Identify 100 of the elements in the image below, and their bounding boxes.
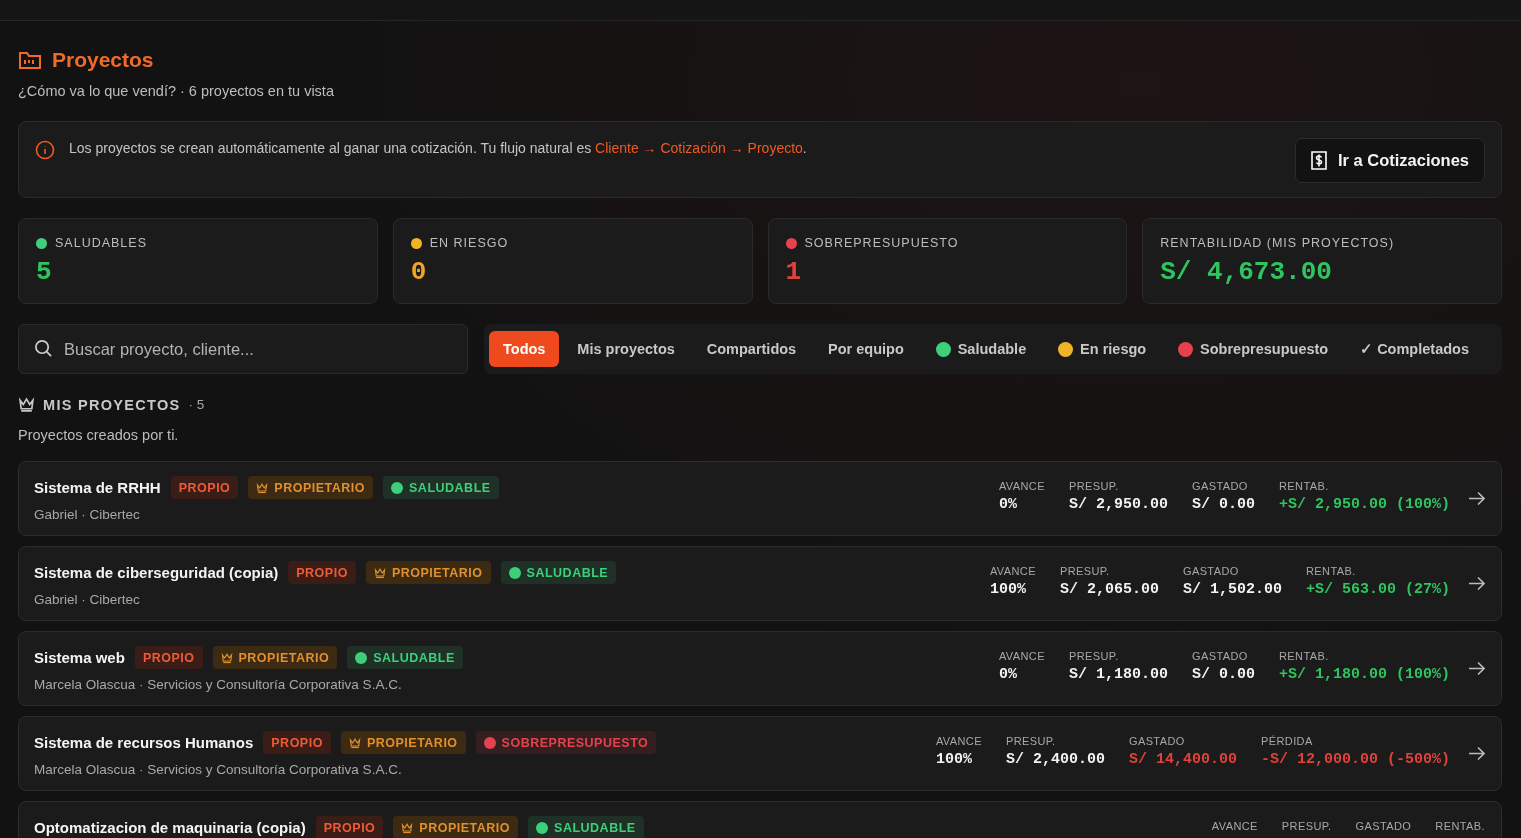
filter-tab[interactable]: Todos	[489, 331, 560, 367]
metric-value: +S/ 1,180.00 (100%)	[1278, 666, 1450, 683]
stat-value: S/ 4,673.00	[1160, 257, 1333, 287]
metric-label: AVANCE	[935, 735, 982, 747]
metric-label: AVANCE	[998, 650, 1045, 662]
metric-value: 100%	[935, 751, 973, 768]
tag: SALUDABLE	[528, 816, 644, 838]
project-meta: Gabriel · Cibertec	[34, 592, 141, 607]
metric-label: GASTADO	[1182, 565, 1240, 577]
metric-label: PÉRDIDA	[1260, 735, 1314, 747]
arrow-right-icon[interactable]	[1468, 576, 1485, 591]
tag: SALUDABLE	[500, 561, 617, 584]
stat-value: 0	[410, 257, 428, 287]
metric-label: AVANCE	[1211, 820, 1258, 832]
project-meta: Marcela Olascua · Servicios y Consultoría Corporativa S.A.C.	[34, 762, 403, 777]
filter-tab[interactable]: En riesgo	[1044, 331, 1161, 367]
metric-value: S/ 14,400.00	[1128, 751, 1237, 768]
search-field[interactable]: Buscar proyecto, cliente...	[18, 324, 468, 374]
tag: PROPIO	[263, 731, 331, 754]
metric-label: PRESUP.	[1068, 650, 1120, 662]
metric-value: +S/ 563.00 (27%)	[1305, 581, 1450, 598]
tag: PROPIO	[315, 816, 384, 838]
crown-icon	[373, 566, 386, 579]
search-icon	[34, 339, 53, 358]
project-card[interactable]: Sistema web PROPIO PROPIETARIO SALUDABLE Marcela Olascua · Servicios y Consultoría Corporativa S.A.C. AVANCE 0% PRESUP. S/ 1,180.00 GASTADO S/ 0.00 RENTAB. +S/ 1,180.00 (100%)	[18, 631, 1502, 706]
project-card[interactable]	[18, 716, 1502, 791]
metric-value: S/ 0.00	[1191, 496, 1255, 513]
metric-label: RENTAB.	[1305, 565, 1357, 577]
stat-label: SALUDABLES	[55, 236, 147, 250]
info-text: Los proyectos se crean automáticamente al ganar una cotización. Tu flujo natural es Cliente → Cotización → Proyecto.	[69, 140, 807, 156]
tag: PROPIO	[134, 646, 203, 669]
tag: PROPIO	[288, 561, 356, 584]
tag: SOBREPRESUPUESTO	[475, 731, 657, 754]
dollar-receipt-icon	[1310, 151, 1327, 170]
metric-value: S/ 2,950.00	[1068, 496, 1168, 513]
metric-label: PRESUP.	[1068, 480, 1120, 492]
go-to-quotes-button[interactable]: Ir a Cotizaciones	[1294, 138, 1485, 183]
project-name: Sistema de ciberseguridad (copia)	[34, 564, 279, 581]
project-card[interactable]: Sistema de RRHH PROPIO PROPIETARIO SALUDABLE Gabriel · Cibertec AVANCE 0% PRESUP. S/ 2,950.00 GASTADO S/ 0.00 RENTAB. +S/ 2,950.00 (100%)	[18, 461, 1502, 536]
metric-value: S/ 2,065.00	[1059, 581, 1159, 598]
tag: PROPIETARIO	[365, 561, 491, 584]
project-card[interactable]: Optomatizacion de maquinaria (copia) PROPIO PROPIETARIO SALUDABLE AVANCE PRESUP. GASTADO RENTAB.	[18, 801, 1502, 838]
metric-value: 0%	[998, 496, 1018, 513]
metric-label: GASTADO	[1191, 480, 1249, 492]
metric-label: AVANCE	[998, 480, 1045, 492]
filter-tab[interactable]: Mis proyectos	[563, 331, 689, 367]
project-card[interactable]: Sistema de ciberseguridad (copia) PROPIO PROPIETARIO SALUDABLE Gabriel · Cibertec AVANCE 100% PRESUP. S/ 2,065.00 GASTADO S/ 1,502.00 RENTAB. +S/ 563.00 (27%)	[18, 546, 1502, 621]
section-count: · 5	[188, 397, 205, 412]
project-name: Sistema web	[34, 649, 125, 666]
tag: SALUDABLE	[347, 646, 463, 669]
filter-tab[interactable]: ✓ Completados	[1346, 331, 1483, 367]
metric-label: GASTADO	[1128, 735, 1186, 747]
project-name: Sistema de RRHH	[34, 479, 161, 496]
metric-label: AVANCE	[989, 565, 1036, 577]
project-name: Sistema de recursos Humanos	[34, 734, 254, 751]
crown-icon	[220, 651, 233, 664]
stat-label: EN RIESGO	[429, 236, 509, 250]
metric-value: 100%	[989, 581, 1027, 598]
project-meta: Marcela Olascua · Servicios y Consultoría Corporativa S.A.C.	[34, 677, 403, 692]
filter-tab[interactable]: Compartidos	[692, 331, 811, 367]
page-subtitle: ¿Cómo va lo que vendí? · 6 proyectos en tu vista	[18, 83, 335, 99]
metric-label: PRESUP.	[1059, 565, 1111, 577]
section-subtitle: Proyectos creados por ti.	[18, 427, 180, 443]
metric-label: RENTAB.	[1278, 650, 1330, 662]
folder-icon	[18, 49, 42, 71]
metric-value: -S/ 12,000.00 (-500%)	[1260, 751, 1450, 768]
metric-label: PRESUP.	[1005, 735, 1057, 747]
crown-icon	[348, 736, 361, 749]
tag: PROPIETARIO	[212, 646, 338, 669]
filter-tab[interactable]: Sobrepresupuesto	[1164, 331, 1343, 367]
metric-value: +S/ 2,950.00 (100%)	[1278, 496, 1450, 513]
metric-value: 0%	[998, 666, 1018, 683]
metric-label: PRESUP.	[1281, 820, 1332, 832]
flow-link[interactable]: Cliente → Cotización → Proyecto	[595, 140, 803, 156]
stat-value: 1	[785, 257, 803, 287]
tag: PROPIETARIO	[248, 476, 374, 499]
page-title: Proyectos	[52, 48, 154, 72]
crown-icon	[18, 396, 35, 413]
metric-value: S/ 1,180.00	[1068, 666, 1168, 683]
tag: SALUDABLE	[383, 476, 499, 499]
project-meta: Gabriel · Cibertec	[34, 507, 141, 522]
filter-tab[interactable]: Saludable	[921, 331, 1041, 367]
crown-icon	[256, 481, 269, 494]
tag: PROPIETARIO	[393, 816, 519, 838]
project-name: Optomatizacion de maquinaria (copia)	[34, 819, 306, 836]
metric-label: RENTAB.	[1278, 480, 1330, 492]
arrow-right-icon[interactable]	[1468, 491, 1485, 506]
stat-value: 5	[36, 257, 53, 287]
tag: PROPIETARIO	[340, 731, 466, 754]
arrow-right-icon[interactable]	[1468, 661, 1485, 676]
metric-label: GASTADO	[1355, 820, 1412, 832]
metric-value: S/ 0.00	[1191, 666, 1255, 683]
crown-icon	[401, 821, 414, 834]
tag: PROPIO	[170, 476, 239, 499]
stat-label: RENTABILIDAD (MIS PROYECTOS)	[1160, 236, 1395, 250]
arrow-right-icon[interactable]	[1468, 746, 1485, 761]
filter-tab[interactable]: Por equipo	[814, 331, 918, 367]
section-title: MIS PROYECTOS	[43, 396, 181, 413]
stat-label: SOBREPRESUPUESTO	[804, 236, 959, 250]
metric-value: S/ 2,400.00	[1005, 751, 1105, 768]
